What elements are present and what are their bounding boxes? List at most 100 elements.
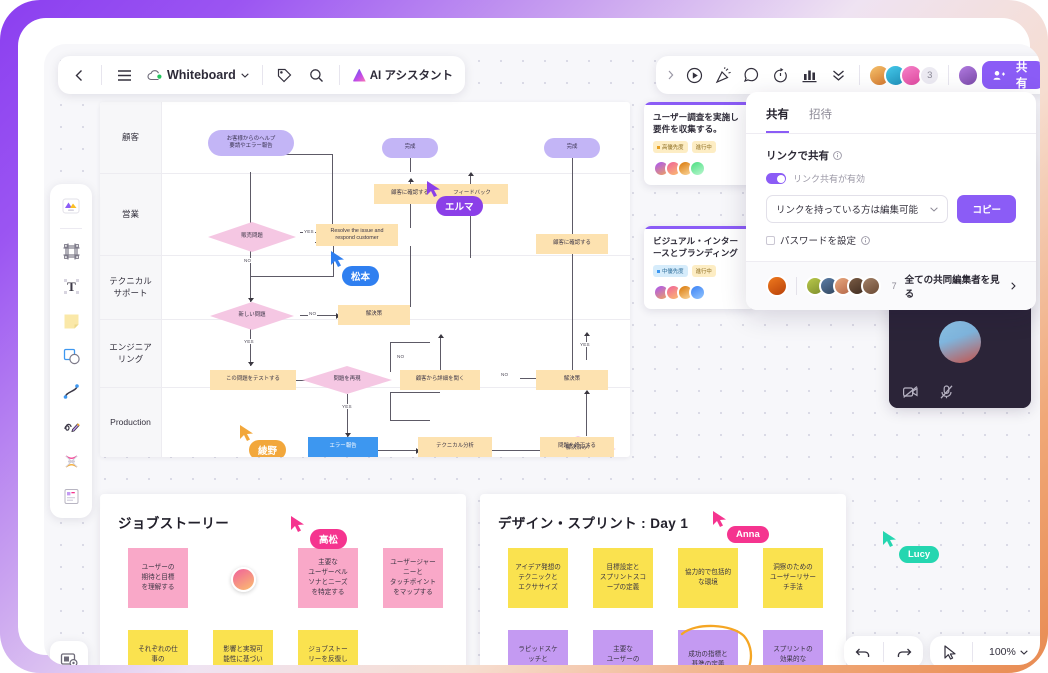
sticky-note[interactable]: ユーザーの 期待と目標 を理解する: [128, 548, 188, 608]
mic-off-icon[interactable]: [940, 385, 953, 399]
info-circle-icon[interactable]: [833, 151, 842, 160]
collaborator-avatars[interactable]: 3: [868, 63, 941, 87]
password-checkbox[interactable]: [766, 235, 775, 245]
permission-select[interactable]: リンクを持っている方は編集可能: [766, 195, 949, 223]
cursor-matsumoto: 松本: [330, 250, 380, 286]
link-share-toggle[interactable]: [766, 173, 786, 184]
sticky-note[interactable]: 主要な ユーザーの タッチポイント: [593, 630, 653, 665]
present-button[interactable]: [681, 62, 707, 89]
flow-node[interactable]: 顧客から詳細を聞く: [400, 370, 480, 390]
task-card-badges: 中優先度 進行中: [653, 265, 747, 278]
flow-node[interactable]: 問題を再現: [302, 366, 392, 394]
video-controls[interactable]: [889, 376, 1031, 408]
more-tools-button[interactable]: [825, 62, 851, 89]
document-title[interactable]: Whiteboard: [141, 68, 255, 82]
document-icon[interactable]: [55, 480, 87, 512]
timer-button[interactable]: [768, 62, 794, 89]
sticky-note[interactable]: ラピッドスケ ッチと プロトタイピ: [508, 630, 568, 665]
left-toolbar[interactable]: T: [50, 184, 92, 518]
connector-line-icon[interactable]: [55, 375, 87, 407]
permission-row[interactable]: リンクを持っている方は編集可能 コピー: [766, 195, 1016, 223]
frame-icon[interactable]: [55, 235, 87, 267]
flow-node[interactable]: 販売問題: [208, 222, 296, 252]
undo-redo-toolbar[interactable]: [844, 636, 923, 665]
share-button[interactable]: 共有: [982, 61, 1040, 90]
sticky-note[interactable]: 洞察のための ユーザーリサー チ手法: [763, 548, 823, 608]
flow-node[interactable]: Resolve the issue and respond customer: [316, 224, 398, 246]
share-dialog-footer[interactable]: 7 全ての共同編集者を見る: [746, 261, 1036, 310]
sticky-note[interactable]: スプリントの 効果的な リソース計画: [763, 630, 823, 665]
sticky-note[interactable]: ユーザージャー ニーと タッチポイント をマップする: [383, 548, 443, 608]
flow-node[interactable]: テクニカル分析: [418, 437, 492, 457]
collaborator-avatars: [804, 276, 881, 296]
comment-button[interactable]: [739, 62, 765, 89]
link-share-toggle-row[interactable]: リンク共有が有効: [766, 172, 1016, 185]
flow-node[interactable]: 解決策: [536, 370, 608, 390]
sticky-note[interactable]: それぞれの仕 事の ストーリーに: [128, 630, 188, 665]
sticky-note[interactable]: 協力的で包括的 な環境: [678, 548, 738, 608]
flow-node[interactable]: この問題をテストする: [210, 370, 296, 390]
divider: [948, 65, 950, 85]
avatar-current-user[interactable]: [957, 63, 980, 87]
pen-draw-icon[interactable]: [55, 410, 87, 442]
share-dialog[interactable]: 共有 招待 リンクで共有 リンク共有が有効 リンクを持っている方は編集可能 コピ…: [746, 92, 1036, 310]
sticky-note[interactable]: ジョブストー リーを反復し 改良させる: [298, 630, 358, 665]
flow-edge: [250, 276, 334, 277]
sticky-note[interactable]: 主要な ユーザーペル ソナとニーズ を特定する: [298, 548, 358, 608]
flow-node[interactable]: 完成: [544, 138, 600, 158]
menu-button[interactable]: [109, 60, 139, 90]
copy-link-button[interactable]: コピー: [957, 195, 1016, 223]
zoom-toolbar[interactable]: 100%: [930, 636, 1040, 665]
mindmap-icon[interactable]: [55, 445, 87, 477]
flow-node[interactable]: 完成: [382, 138, 438, 158]
presentation-settings-button[interactable]: [50, 641, 88, 665]
redo-button[interactable]: [889, 637, 919, 665]
back-button[interactable]: [64, 60, 94, 90]
ai-assistant-label: AI アシスタント: [369, 70, 453, 82]
video-tile-participant-3[interactable]: [889, 308, 1031, 376]
celebrate-button[interactable]: [710, 62, 736, 89]
task-card[interactable]: ユーザー調査を実施し 要件を収集する。 高優先度 進行中: [644, 102, 756, 186]
shapes-icon[interactable]: [55, 340, 87, 372]
pointer-tool-button[interactable]: [935, 637, 965, 665]
collaborator-overflow-count[interactable]: 3: [919, 64, 941, 86]
undo-button[interactable]: [848, 637, 878, 665]
whiteboard-canvas[interactable]: 顧客 営業 テクニカル サポート エンジニア リング Production お客…: [44, 44, 1040, 665]
sticky-note[interactable]: アイデア発想の テクニックと エクササイズ: [508, 548, 568, 608]
board-design-sprint[interactable]: デザイン・スプリント : Day 1 アイデア発想の テクニックと エクササイズ…: [480, 494, 846, 665]
templates-icon[interactable]: [55, 190, 87, 222]
flow-node[interactable]: エラー報告: [308, 437, 378, 457]
top-left-toolbar[interactable]: Whiteboard AI アシスタント: [58, 56, 465, 94]
password-checkbox-row[interactable]: パスワードを設定: [766, 233, 1016, 247]
info-circle-icon[interactable]: [861, 235, 870, 245]
tag-icon: [278, 68, 292, 82]
flow-node[interactable]: 顧客に確認する: [536, 234, 608, 254]
chart-button[interactable]: [797, 62, 823, 89]
cursor-label: 松本: [342, 266, 380, 286]
link-share-toggle-text: リンク共有が有効: [793, 174, 866, 184]
tag-button[interactable]: [270, 60, 300, 90]
expand-toolbar-button[interactable]: [663, 62, 678, 89]
flow-node[interactable]: 新しい問題: [210, 302, 294, 330]
zoom-level-button[interactable]: 100%: [980, 637, 1033, 665]
cursor-anna: Anna: [712, 510, 769, 543]
camera-off-icon[interactable]: [903, 386, 918, 398]
collaborator-count: 7: [891, 281, 897, 291]
flow-node[interactable]: 解決策: [338, 305, 410, 325]
flow-node[interactable]: お客様からのヘルプ 要請やエラー報告: [208, 130, 294, 156]
view-all-collaborators-link[interactable]: 全ての共同編集者を見る: [905, 272, 1016, 300]
tab-invite[interactable]: 招待: [809, 106, 832, 133]
board-job-story[interactable]: ジョブストーリー ユーザーの 期待と目標 を理解する 主要な ユーザーペル ソナ…: [100, 494, 466, 665]
task-card[interactable]: ビジュアル・インター ースとブランディング 中優先度 進行中: [644, 226, 756, 310]
tab-share[interactable]: 共有: [766, 106, 789, 133]
share-dialog-tabs[interactable]: 共有 招待: [746, 92, 1036, 134]
password-label: パスワードを設定: [780, 236, 857, 247]
sticky-note[interactable]: 影響と実現可 能性に基づい て優先順をつ: [213, 630, 273, 665]
sticky-note-icon[interactable]: [55, 305, 87, 337]
text-icon[interactable]: T: [55, 270, 87, 302]
ai-assistant-button[interactable]: AI アシスタント: [347, 67, 459, 83]
search-button[interactable]: [302, 60, 332, 90]
flowchart-frame[interactable]: 顧客 営業 テクニカル サポート エンジニア リング Production お客…: [100, 102, 630, 457]
sticky-note[interactable]: 目標設定と スプリントスコ ープの定義: [593, 548, 653, 608]
top-right-toolbar[interactable]: 3 共有 ?: [656, 56, 1040, 94]
